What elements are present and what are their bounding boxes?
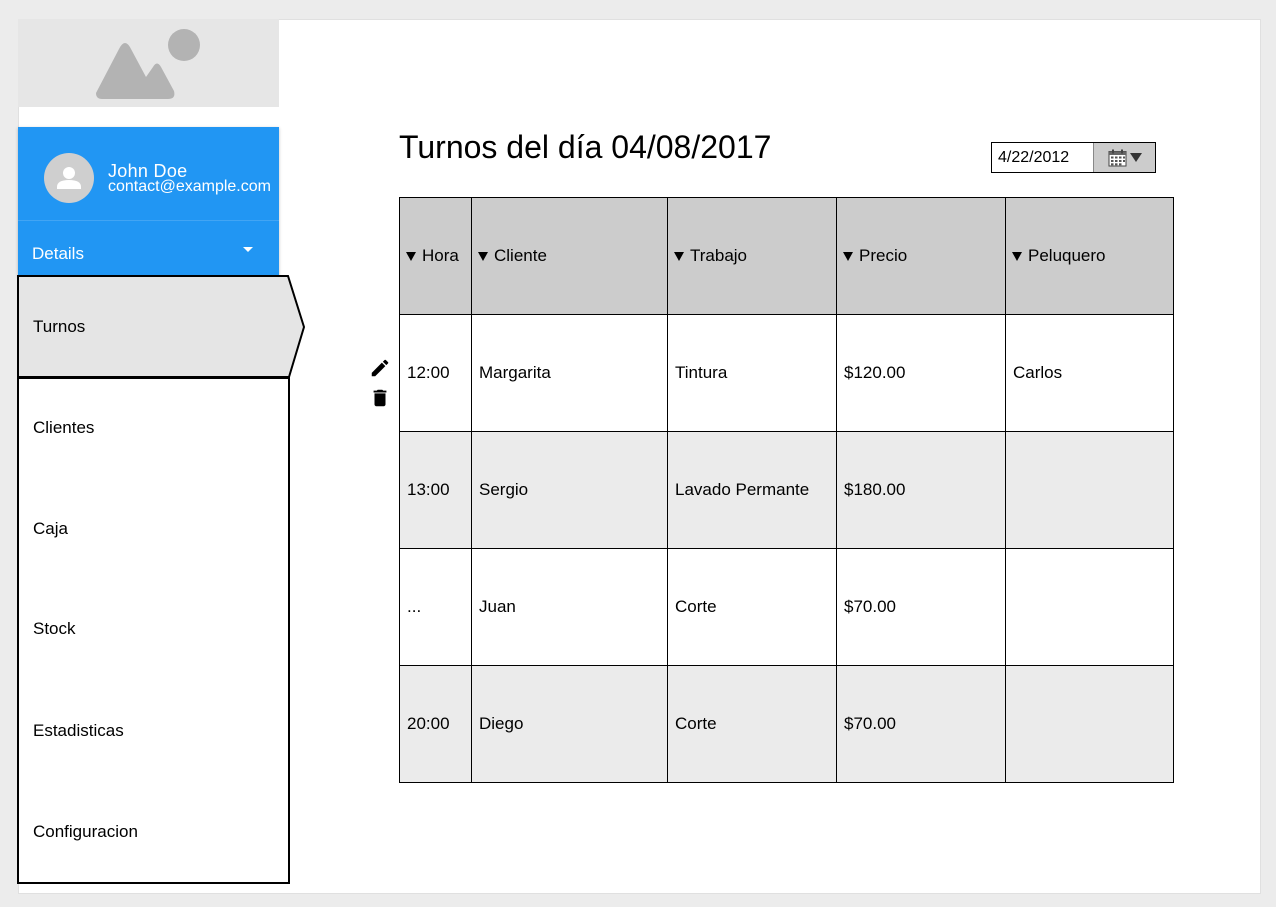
cell-peluquero — [1005, 548, 1174, 666]
column-header-label: Cliente — [494, 246, 547, 265]
cell-precio: $180.00 — [836, 431, 1006, 549]
cell-peluquero: Carlos — [1005, 314, 1174, 432]
user-email: contact@example.com — [108, 178, 271, 195]
cell-trabajo: Tintura — [667, 314, 837, 432]
table-header-row: Hora Cliente Trabajo Precio Peluquero — [399, 197, 1174, 315]
cell-cliente: Juan — [471, 548, 668, 666]
cell-cliente: Sergio — [471, 431, 668, 549]
profile-divider — [18, 220, 279, 221]
calendar-icon — [1108, 149, 1126, 166]
column-header-label: Precio — [859, 246, 908, 265]
cell-hora: 13:00 — [399, 431, 472, 549]
column-header-precio[interactable]: Precio — [836, 197, 1006, 315]
image-placeholder-icon — [96, 29, 200, 99]
column-header-hora[interactable]: Hora — [399, 197, 472, 315]
sidebar-item-turnos[interactable]: Turnos — [33, 317, 85, 337]
sidebar-item-configuracion[interactable]: Configuracion — [33, 822, 138, 842]
sort-icon — [406, 252, 416, 261]
date-picker-button[interactable] — [1094, 143, 1155, 172]
cell-peluquero — [1005, 665, 1174, 783]
cell-precio: $70.00 — [836, 665, 1006, 783]
column-header-label: Trabajo — [690, 246, 748, 265]
cell-precio: $70.00 — [836, 548, 1006, 666]
trash-icon[interactable] — [369, 387, 391, 409]
column-header-label: Peluquero — [1028, 246, 1106, 265]
cell-hora: 12:00 — [399, 314, 472, 432]
hero-image — [18, 19, 279, 107]
date-input[interactable]: 4/22/2012 — [992, 143, 1094, 172]
sidebar-item-caja[interactable]: Caja — [33, 519, 68, 539]
sort-icon — [843, 252, 853, 261]
cell-precio: $120.00 — [836, 314, 1006, 432]
chevron-down-icon — [1129, 153, 1142, 162]
sort-icon — [1012, 252, 1022, 261]
table-row[interactable]: ... Juan Corte $70.00 — [399, 548, 1174, 666]
cell-peluquero — [1005, 431, 1174, 549]
cell-trabajo: Lavado Permante — [667, 431, 837, 549]
column-header-cliente[interactable]: Cliente — [471, 197, 668, 315]
cell-trabajo: Corte — [667, 665, 837, 783]
cell-cliente: Margarita — [471, 314, 668, 432]
column-header-label: Hora — [422, 246, 459, 265]
cell-hora: ... — [399, 548, 472, 666]
table-row[interactable]: 20:00 Diego Corte $70.00 — [399, 665, 1174, 783]
person-icon — [57, 167, 81, 189]
sidebar-item-estadisticas[interactable]: Estadisticas — [33, 721, 124, 741]
sort-icon — [674, 252, 684, 261]
table-row[interactable]: 12:00 Margarita Tintura $120.00 Carlos — [399, 314, 1174, 432]
date-picker[interactable]: 4/22/2012 — [991, 142, 1156, 173]
cell-trabajo: Corte — [667, 548, 837, 666]
column-header-peluquero[interactable]: Peluquero — [1005, 197, 1174, 315]
sidebar-item-stock[interactable]: Stock — [33, 619, 76, 639]
column-header-trabajo[interactable]: Trabajo — [667, 197, 837, 315]
page-title: Turnos del día 04/08/2017 — [399, 129, 772, 165]
details-label[interactable]: Details — [32, 244, 84, 264]
pencil-icon[interactable] — [369, 357, 391, 379]
avatar[interactable] — [44, 153, 94, 203]
cell-cliente: Diego — [471, 665, 668, 783]
appointments-table: Hora Cliente Trabajo Precio Peluquero 12… — [399, 197, 1174, 783]
profile-card: John Doe contact@example.com Details — [18, 127, 279, 276]
table-row[interactable]: 13:00 Sergio Lavado Permante $180.00 — [399, 431, 1174, 549]
cell-hora: 20:00 — [399, 665, 472, 783]
details-dropdown-icon[interactable] — [243, 247, 253, 252]
sort-icon — [478, 252, 488, 261]
sidebar-item-clientes[interactable]: Clientes — [33, 418, 94, 438]
row-actions — [369, 357, 391, 417]
